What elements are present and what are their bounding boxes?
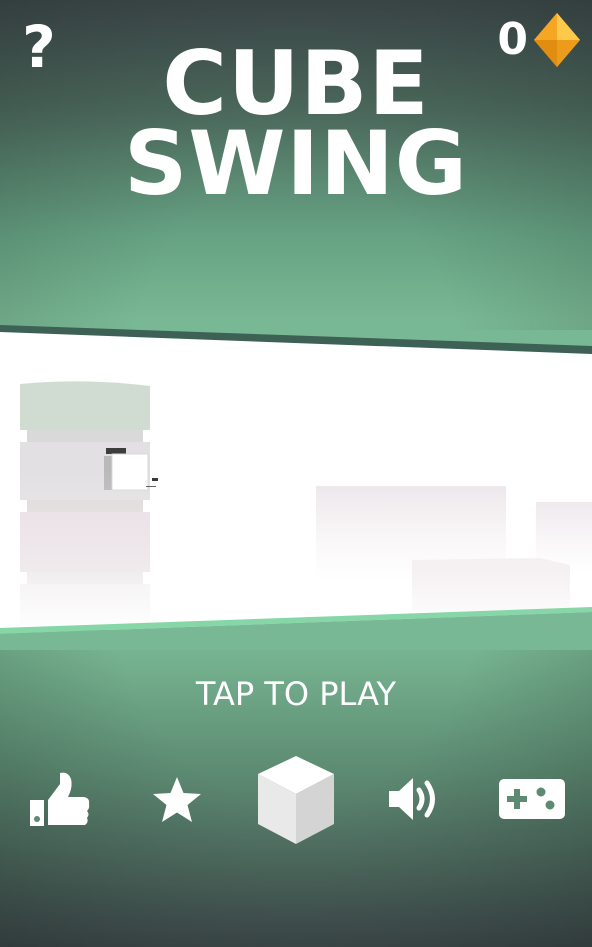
cube-icon [258, 756, 334, 844]
fog [0, 470, 592, 630]
star-icon [153, 777, 201, 822]
thumbs-up-icon [30, 772, 90, 826]
tap-to-play-prompt[interactable]: TAP TO PLAY [0, 672, 592, 716]
more-games-button[interactable] [498, 778, 566, 820]
sound-button[interactable] [386, 774, 442, 824]
game-scene[interactable] [0, 320, 592, 650]
like-button[interactable] [26, 770, 92, 828]
gamepad-icon [499, 779, 565, 819]
speaker-icon [389, 778, 435, 820]
title-line-2: SWING [123, 112, 469, 215]
game-title: CUBE SWING [0, 40, 592, 215]
game-screen[interactable]: ? 0 CUBE SWING TAP TO PLAY [0, 0, 592, 947]
rate-button[interactable] [150, 775, 204, 825]
cube-select-button[interactable] [254, 754, 338, 846]
